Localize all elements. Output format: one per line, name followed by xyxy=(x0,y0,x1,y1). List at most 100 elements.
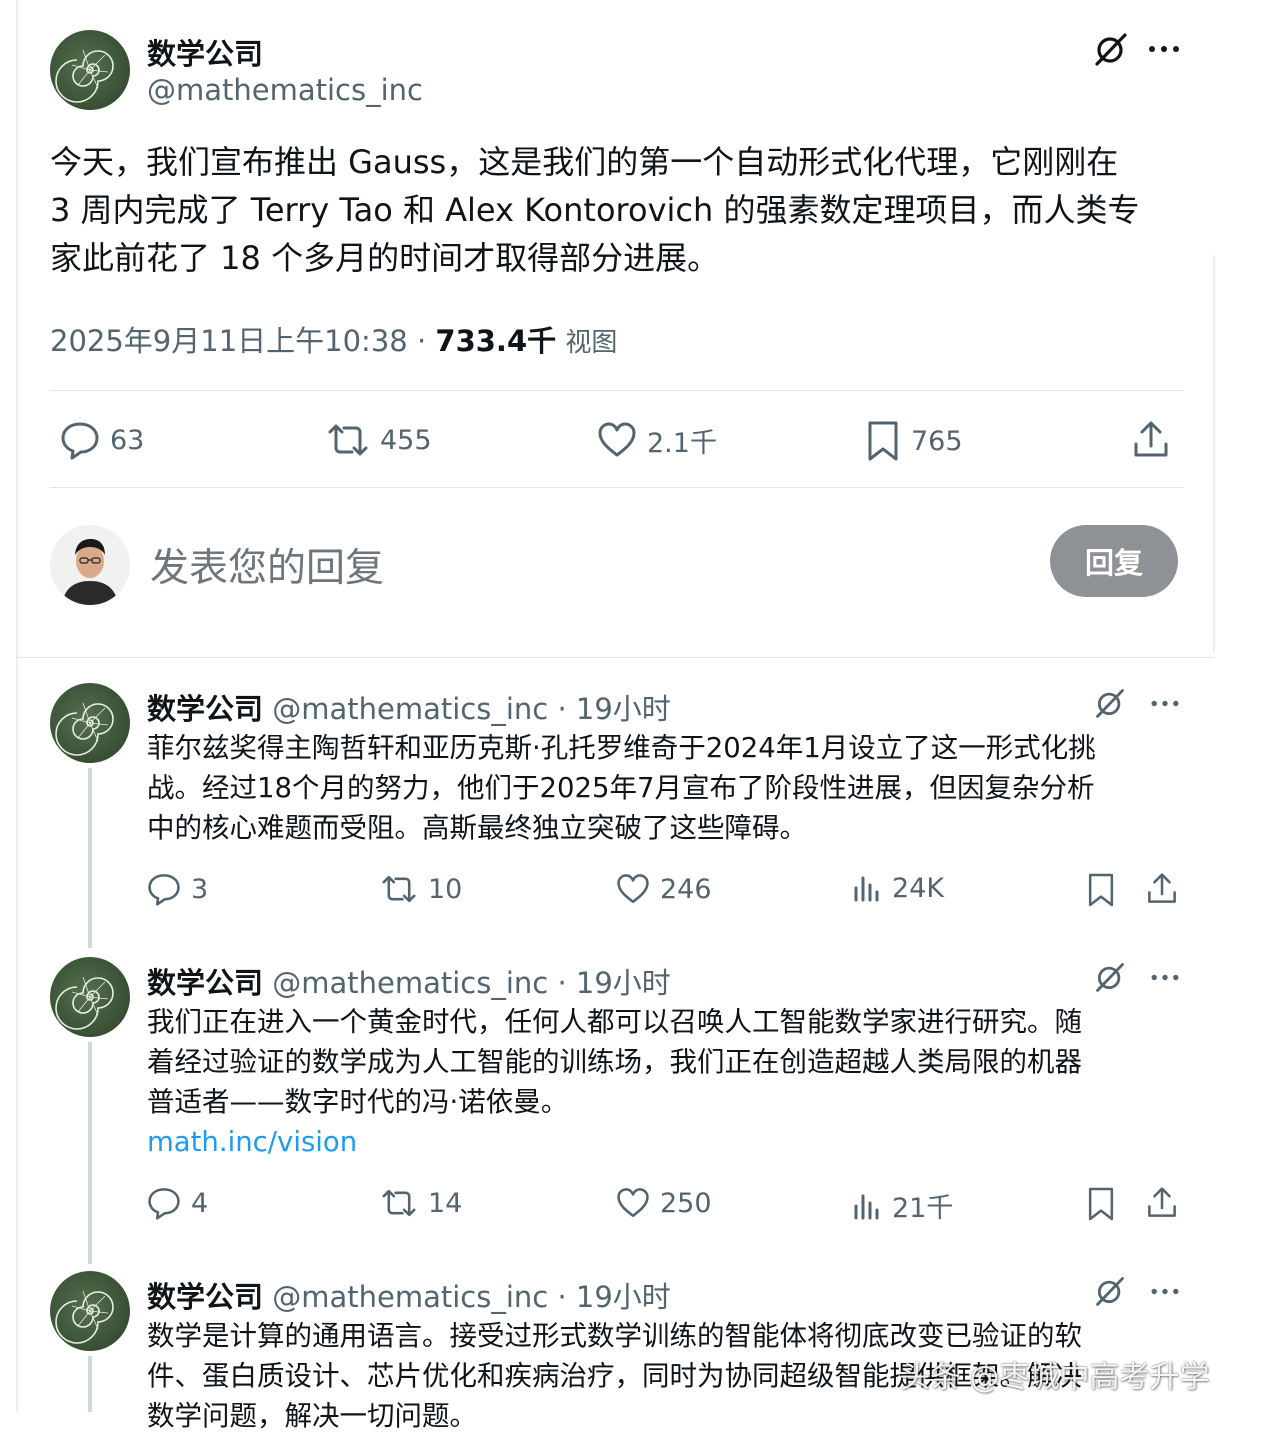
timestamp[interactable]: 2025年9月11日上午10:38 xyxy=(50,324,408,358)
views-icon xyxy=(852,872,882,904)
more-icon[interactable] xyxy=(1150,699,1180,708)
heart-icon xyxy=(597,420,637,460)
handle[interactable]: @mathematics_inc xyxy=(272,692,548,726)
grok-icon[interactable] xyxy=(1094,1275,1126,1307)
like-action[interactable]: 250 xyxy=(616,1186,712,1220)
avatar[interactable] xyxy=(50,1271,130,1351)
share-action[interactable] xyxy=(1146,1186,1178,1220)
views-count: 21千 xyxy=(892,1193,954,1224)
nautilus-logo-icon xyxy=(55,49,114,103)
grok-icon[interactable] xyxy=(1094,961,1126,993)
bookmark-action[interactable] xyxy=(1086,872,1116,908)
post-text: 今天，我们宣布推出 Gauss，这是我们的第一个自动形式化代理，它刚刚在 3 周… xyxy=(50,138,1200,282)
repost-action[interactable]: 14 xyxy=(380,1186,462,1220)
bookmark-count: 765 xyxy=(911,425,963,457)
user-avatar[interactable] xyxy=(50,525,130,605)
share-icon xyxy=(1146,1186,1178,1220)
nautilus-logo-icon xyxy=(55,702,114,756)
reply-text-line: 我们正在进入一个黄金时代，任何人都可以召唤人工智能数学家进行研究。随 xyxy=(147,1006,1082,1038)
more-icon[interactable] xyxy=(1150,973,1180,982)
display-name[interactable]: 数学公司 xyxy=(147,31,263,73)
more-icon[interactable] xyxy=(1150,1287,1180,1296)
bookmark-icon xyxy=(1086,1186,1116,1222)
nautilus-logo-icon xyxy=(55,976,114,1030)
thread-connector xyxy=(88,768,92,948)
reply-text-line: 菲尔兹奖得主陶哲轩和亚历克斯·孔托罗维奇于2024年1月设立了这一形式化挑 xyxy=(147,732,1096,764)
reply-button[interactable]: 回复 xyxy=(1050,525,1178,597)
user-photo-icon xyxy=(50,525,130,605)
watermark: 头条 @枣城中高考升学 xyxy=(900,1360,1210,1395)
handle[interactable]: @mathematics_inc xyxy=(272,966,548,1000)
reply-action[interactable]: 63 xyxy=(60,420,144,460)
repost-action[interactable]: 10 xyxy=(380,872,462,906)
reply-text-line: 着经过验证的数学成为人工智能的训练场，我们正在创造超越人类局限的机器 xyxy=(147,1046,1082,1078)
more-icon[interactable] xyxy=(1148,44,1180,54)
reply-header: 数学公司 @mathematics_inc · 19小时 xyxy=(147,686,671,728)
reply-time[interactable]: · 19小时 xyxy=(557,1280,670,1314)
reply-input[interactable]: 发表您的回复 xyxy=(150,537,384,593)
post-text-line: 3 周内完成了 Terry Tao 和 Alex Kontorovich 的强素… xyxy=(50,191,1140,229)
display-name[interactable]: 数学公司 xyxy=(147,692,263,726)
reply-icon xyxy=(147,1186,181,1220)
bookmark-icon xyxy=(865,420,901,462)
repost-count: 10 xyxy=(428,873,463,905)
heart-icon xyxy=(616,872,650,906)
divider xyxy=(16,657,1214,658)
reply-text-line: 数学是计算的通用语言。接受过形式数学训练的智能体将彻底改变已验证的软 xyxy=(147,1320,1082,1352)
heart-icon xyxy=(616,1186,650,1220)
share-icon xyxy=(1132,420,1170,460)
repost-icon xyxy=(326,420,370,460)
meta-separator: · xyxy=(416,324,427,358)
share-icon xyxy=(1146,872,1178,906)
thread-connector xyxy=(88,1042,92,1264)
reply-action[interactable]: 4 xyxy=(147,1186,208,1220)
grok-icon[interactable] xyxy=(1093,31,1129,67)
views-count: 733.4千 xyxy=(435,324,557,358)
reply-count: 4 xyxy=(191,1187,209,1219)
views-icon xyxy=(852,1190,882,1222)
post-meta: 2025年9月11日上午10:38 · 733.4千 视图 xyxy=(50,318,617,360)
reply-header: 数学公司 @mathematics_inc · 19小时 xyxy=(147,960,671,1002)
nautilus-logo-icon xyxy=(55,1290,114,1344)
bookmark-action[interactable]: 765 xyxy=(865,420,963,462)
bookmark-action[interactable] xyxy=(1086,1186,1116,1222)
avatar[interactable] xyxy=(50,683,130,763)
divider xyxy=(50,390,1184,391)
reply-text-line: 普适者——数字时代的冯·诺依曼。 xyxy=(147,1086,569,1118)
thread-connector xyxy=(88,1356,92,1412)
frame-left-border xyxy=(16,0,18,1412)
reply-count: 63 xyxy=(110,424,145,456)
reply-time[interactable]: · 19小时 xyxy=(557,692,670,726)
display-name[interactable]: 数学公司 xyxy=(147,966,263,1000)
repost-count: 14 xyxy=(428,1187,463,1219)
reply-icon xyxy=(147,872,181,906)
like-action[interactable]: 246 xyxy=(616,872,712,906)
share-action[interactable] xyxy=(1146,872,1178,906)
display-name[interactable]: 数学公司 xyxy=(147,1280,263,1314)
handle[interactable]: @mathematics_inc xyxy=(147,73,423,107)
vision-link[interactable]: math.inc/vision xyxy=(147,1122,1177,1162)
post-text-line: 家此前花了 18 个多月的时间才取得部分进展。 xyxy=(50,239,720,277)
reply-text-line: 战。经过18个月的努力，他们于2025年7月宣布了阶段性进展，但因复杂分析 xyxy=(147,772,1095,804)
frame-right-border xyxy=(1213,255,1215,652)
views-label: 视图 xyxy=(565,328,618,358)
grok-icon[interactable] xyxy=(1094,687,1126,719)
repost-icon xyxy=(380,1186,418,1220)
like-action[interactable]: 2.1千 xyxy=(597,420,717,460)
reply-text: 菲尔兹奖得主陶哲轩和亚历克斯·孔托罗维奇于2024年1月设立了这一形式化挑 战。… xyxy=(147,728,1177,848)
handle[interactable]: @mathematics_inc xyxy=(272,1280,548,1314)
views-action[interactable]: 24K xyxy=(852,872,944,904)
reply-count: 3 xyxy=(191,873,209,905)
views-action[interactable]: 21千 xyxy=(852,1186,953,1225)
reply-text-line: 数学问题，解决一切问题。 xyxy=(147,1400,477,1432)
like-count: 246 xyxy=(660,873,712,905)
avatar[interactable] xyxy=(50,30,130,110)
reply-text: 我们正在进入一个黄金时代，任何人都可以召唤人工智能数学家进行研究。随 着经过验证… xyxy=(147,1002,1177,1162)
reply-action[interactable]: 3 xyxy=(147,872,208,906)
reply-header: 数学公司 @mathematics_inc · 19小时 xyxy=(147,1274,671,1316)
avatar[interactable] xyxy=(50,957,130,1037)
reply-time[interactable]: · 19小时 xyxy=(557,966,670,1000)
share-action[interactable] xyxy=(1132,420,1170,460)
repost-action[interactable]: 455 xyxy=(326,420,432,460)
reply-text-line: 中的核心难题而受阻。高斯最终独立突破了这些障碍。 xyxy=(147,812,807,844)
